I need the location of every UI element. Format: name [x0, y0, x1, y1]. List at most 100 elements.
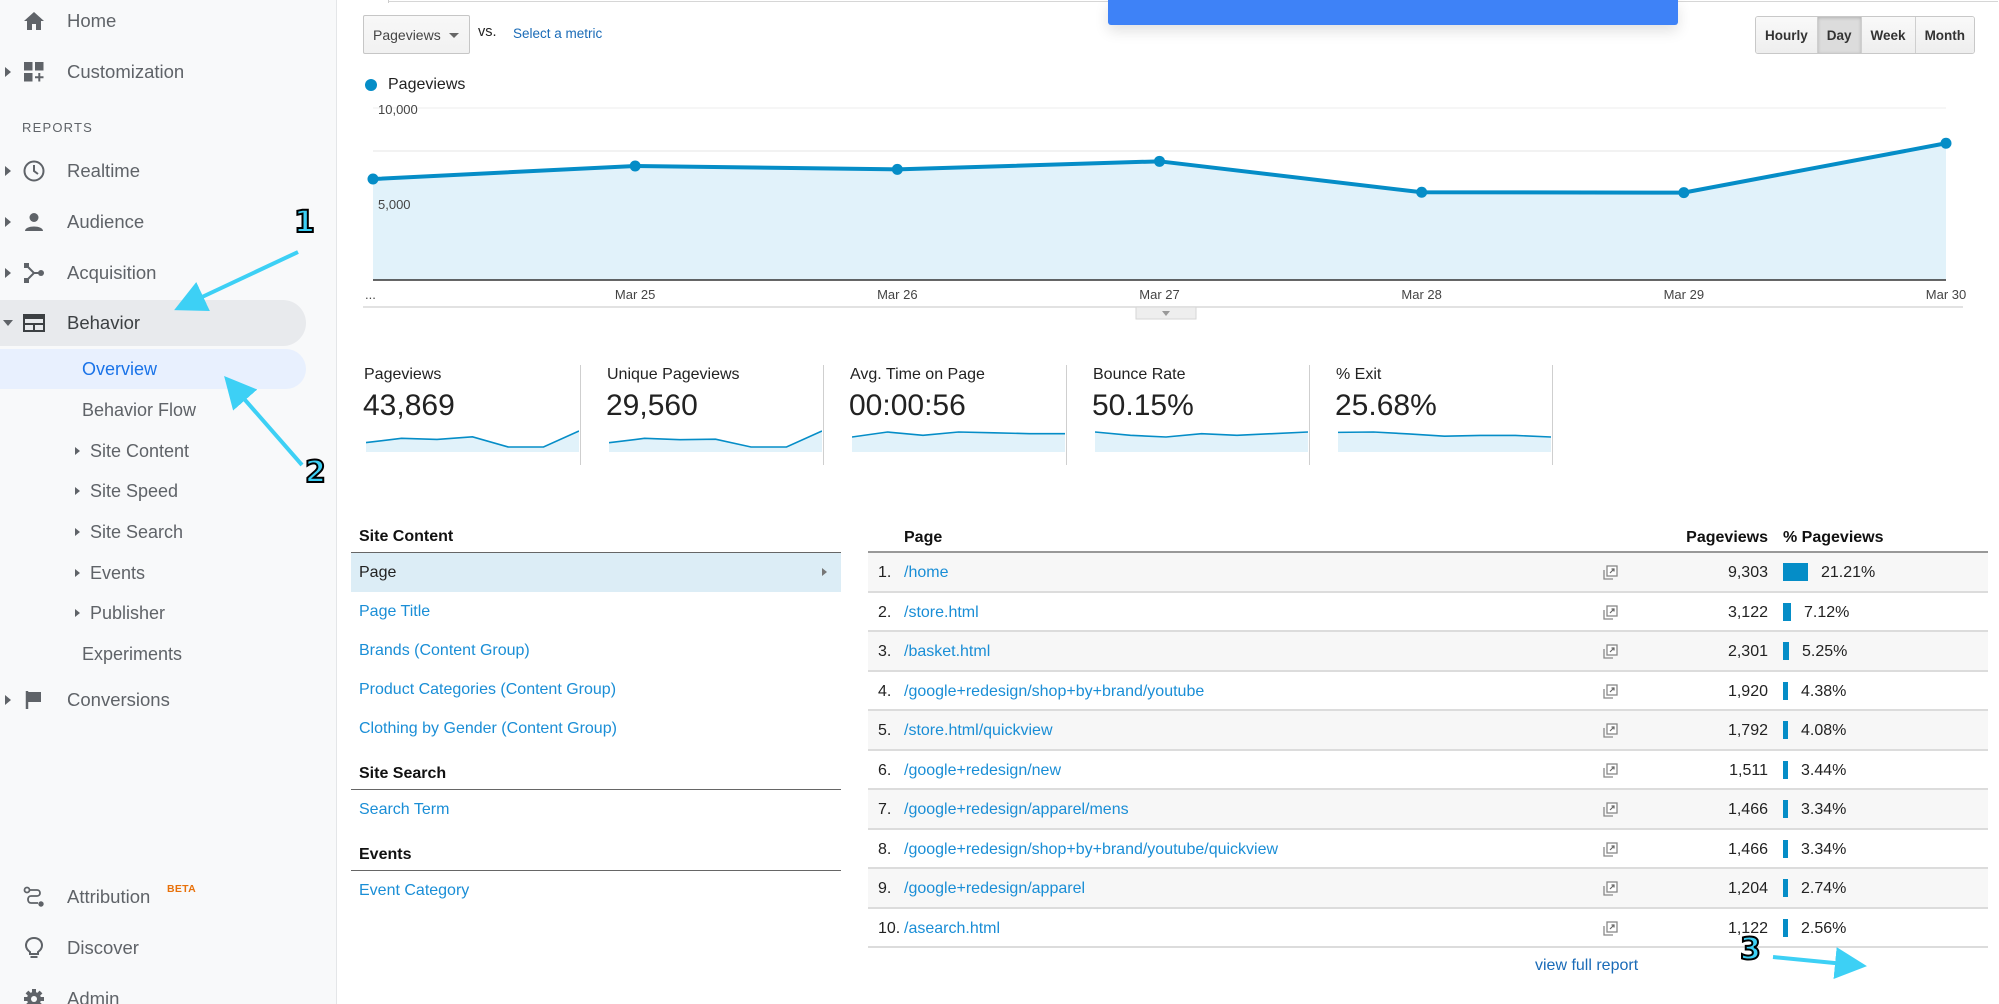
select-metric-link[interactable]: Select a metric [513, 26, 602, 41]
column-header-page: Page [904, 529, 943, 546]
table-row: 3. /basket.html 2,301 5.25% [868, 632, 1988, 672]
pageviews-value: 1,792 [1727, 722, 1768, 739]
column-header-pageviews: Pageviews [1686, 529, 1768, 546]
open-external-icon[interactable] [1602, 881, 1618, 897]
chart-legend: Pageviews [365, 76, 465, 94]
scorecard-value: 29,560 [606, 389, 698, 422]
page-link[interactable]: /google+redesign/shop+by+brand/youtube [904, 683, 1204, 701]
nav-dimension-item[interactable]: Clothing by Gender (Content Group) [351, 709, 841, 748]
pct-bar [1783, 800, 1788, 818]
sparkline [1095, 431, 1308, 452]
page-link[interactable]: /google+redesign/new [904, 762, 1061, 780]
nav-dimension-label: Page Title [359, 603, 431, 620]
scorecard-label: % Exit [1336, 366, 1382, 383]
nav-dimension-label: Product Categories (Content Group) [359, 681, 617, 698]
lightbulb-icon [22, 936, 46, 960]
nav-dimension-label: Page [359, 564, 397, 581]
open-external-icon[interactable] [1602, 762, 1618, 779]
page-link[interactable]: /google+redesign/shop+by+brand/youtube/q… [904, 841, 1278, 859]
scorecard[interactable]: Unique Pageviews 29,560 [581, 362, 824, 466]
caret-right-icon [75, 487, 80, 495]
granularity-week-button[interactable]: Week [1860, 17, 1915, 53]
x-tick-label: Mar 28 [1401, 287, 1441, 302]
data-point [1678, 187, 1690, 199]
nav-dimension-label: Event Category [359, 882, 470, 899]
scorecard[interactable]: Bounce Rate 50.15% [1067, 362, 1310, 466]
nav-dimension-item[interactable]: Event Category [351, 871, 841, 910]
scorecard[interactable]: Avg. Time on Page 00:00:56 [824, 362, 1067, 466]
nav-dimension-item[interactable]: Product Categories (Content Group) [351, 670, 841, 709]
open-external-icon[interactable] [1602, 683, 1618, 700]
attribution-icon [22, 885, 46, 909]
page-link[interactable]: /asearch.html [904, 920, 1000, 938]
pct-value: 21.21% [1821, 564, 1876, 581]
pct-bar [1783, 879, 1788, 897]
page-link[interactable]: /home [904, 564, 948, 582]
x-tick-label: ... [365, 287, 376, 302]
metric-select[interactable]: Pageviews [363, 15, 470, 54]
page-link[interactable]: /store.html/quickview [904, 722, 1053, 740]
caret-right-icon [5, 695, 11, 705]
table-row: 2. /store.html 3,122 7.12% [868, 593, 1988, 632]
page-link[interactable]: /google+redesign/apparel/mens [904, 801, 1129, 819]
page-link[interactable]: /basket.html [904, 643, 990, 661]
open-external-icon[interactable] [1602, 604, 1618, 621]
sidebar-subitem-overview[interactable]: Overview [0, 349, 306, 389]
pct-bar [1783, 918, 1788, 937]
table-row: 6. /google+redesign/new 1,511 3.44% [868, 751, 1988, 790]
table-row: 5. /store.html/quickview 1,792 4.08% [868, 711, 1988, 751]
pct-bar [1783, 721, 1788, 739]
nav-dimension-label: Brands (Content Group) [359, 642, 530, 659]
vs-label: vs. [478, 24, 497, 40]
scorecard-divider [1552, 365, 1553, 465]
open-external-icon[interactable] [1602, 723, 1618, 739]
pageviews-value: 1,204 [1727, 880, 1768, 897]
open-external-icon[interactable] [1602, 802, 1618, 818]
row-number: 5. [878, 722, 892, 739]
caret-right-icon [75, 447, 80, 455]
pct-bar [1783, 642, 1789, 660]
pct-value: 4.38% [1801, 682, 1847, 700]
granularity-day-button[interactable]: Day [1816, 17, 1861, 53]
pageviews-value: 1,920 [1727, 682, 1768, 700]
nav-dimension-item[interactable]: Page Title [351, 592, 841, 631]
scorecard-label: Unique Pageviews [607, 366, 740, 383]
x-tick-label: Mar 30 [1926, 287, 1966, 302]
annotation-number-2: 2 [304, 454, 327, 491]
page-link[interactable]: /google+redesign/apparel [904, 880, 1085, 898]
granularity-month-button[interactable]: Month [1914, 17, 1975, 53]
sparkline-area [366, 431, 579, 452]
sparkline [852, 431, 1065, 452]
nav-dimension-item[interactable]: Brands (Content Group) [351, 631, 841, 670]
nav-dimension-label: Clothing by Gender (Content Group) [359, 720, 617, 737]
pct-value: 3.34% [1801, 840, 1847, 858]
acquisition-icon [22, 261, 46, 285]
annotation-number-1: 1 [293, 204, 316, 241]
pct-value: 4.08% [1801, 722, 1847, 739]
row-number: 1. [878, 564, 892, 581]
pageviews-value: 2,301 [1727, 643, 1768, 660]
open-external-icon[interactable] [1602, 920, 1618, 937]
legend-dot-icon [365, 79, 377, 91]
nav-dimension-item[interactable]: Page [351, 553, 841, 592]
page-link[interactable]: /store.html [904, 604, 979, 622]
granularity-hourly-button[interactable]: Hourly [1756, 17, 1817, 53]
scorecard[interactable]: % Exit 25.68% [1310, 362, 1553, 466]
open-external-icon[interactable] [1602, 644, 1618, 660]
view-full-report-link[interactable]: view full report [1535, 957, 1638, 975]
scorecard-value: 25.68% [1335, 389, 1437, 422]
flag-icon [22, 688, 46, 712]
scorecard[interactable]: Pageviews 43,869 [338, 362, 581, 466]
person-icon [22, 210, 46, 234]
pageviews-value: 3,122 [1727, 603, 1768, 621]
scorecard-value: 50.15% [1092, 389, 1194, 422]
open-external-icon[interactable] [1602, 565, 1618, 581]
behavior-icon [22, 311, 46, 335]
pct-bar [1783, 563, 1808, 581]
open-external-icon[interactable] [1602, 841, 1618, 858]
pageviews-chart: 10,000 5,000... Mar 25 Mar 26 Mar 27 Mar 28 Ma… [363, 102, 1966, 320]
nav-dimension-item[interactable]: Search Term [351, 790, 841, 829]
sidebar-item-behavior[interactable]: Behavior [0, 300, 306, 346]
